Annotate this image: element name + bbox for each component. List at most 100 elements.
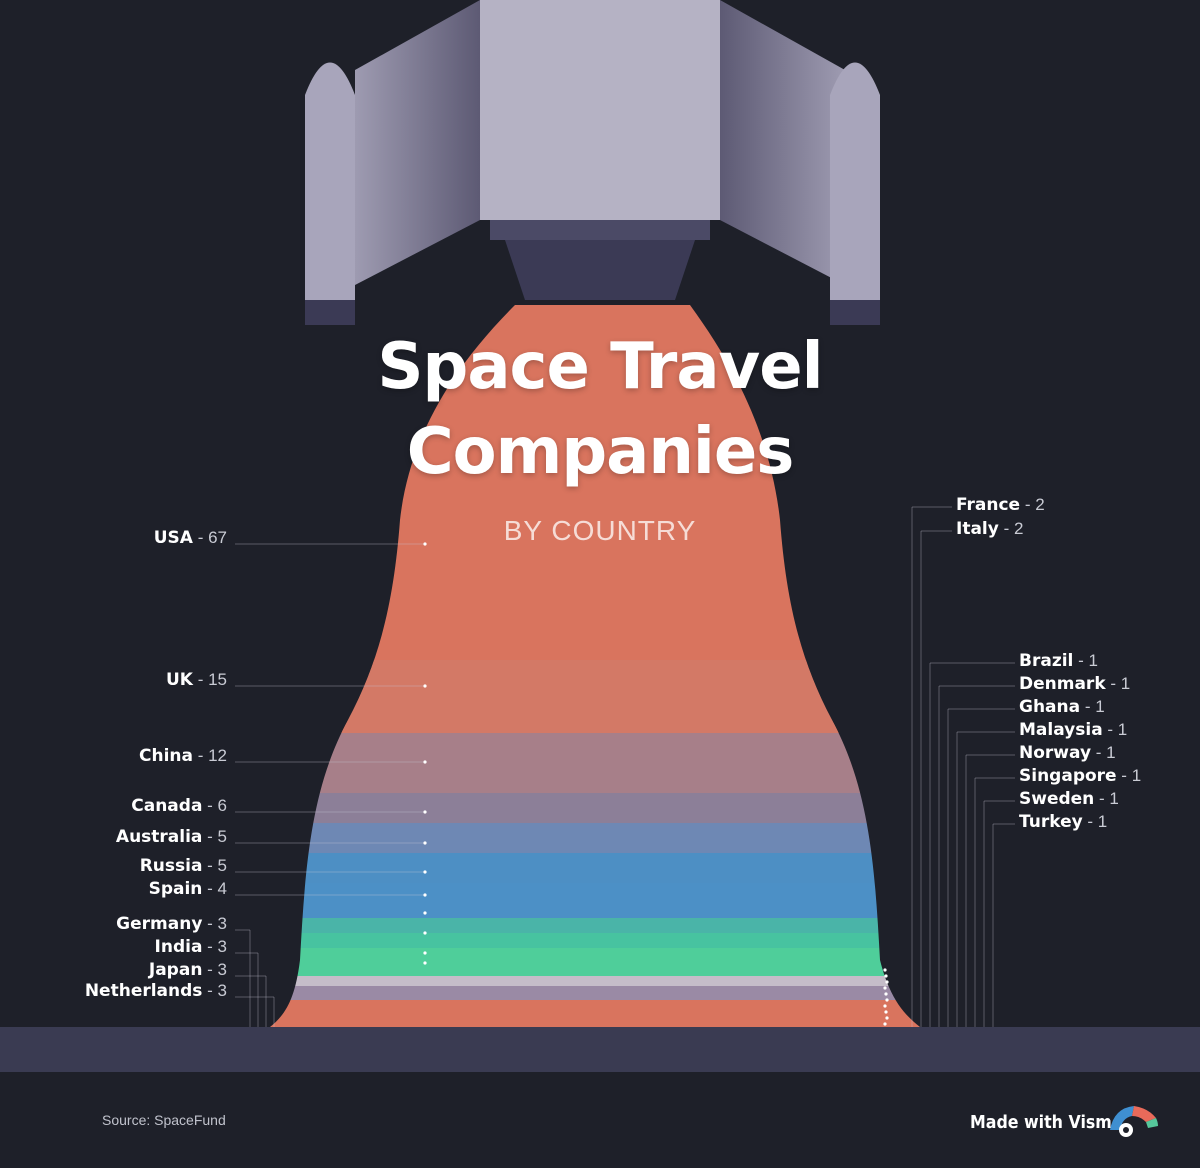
country-name: Japan [148, 960, 203, 980]
country-value: 6 [217, 796, 227, 815]
source-note: Source: SpaceFund [102, 1112, 226, 1128]
country-value: 3 [217, 960, 227, 979]
separator: - [202, 856, 218, 875]
separator: - [192, 670, 209, 689]
leader-dot-malaysia [885, 998, 889, 1002]
country-name: Italy [956, 519, 999, 539]
country-name: Singapore [1019, 766, 1117, 786]
country-value: 4 [217, 879, 227, 898]
country-value: 1 [1095, 697, 1105, 716]
separator: - [1082, 812, 1098, 831]
country-name: Brazil [1019, 651, 1074, 671]
leader-dot-china [423, 760, 427, 764]
separator: - [192, 746, 209, 765]
separator: - [1116, 766, 1132, 785]
band-china [270, 733, 920, 793]
band-japan [270, 948, 920, 976]
label-uk: UK - 15 [166, 670, 227, 690]
label-norway: Norway - 1 [1019, 743, 1116, 763]
label-canada: Canada - 6 [131, 796, 227, 816]
separator: - [202, 827, 218, 846]
infographic: Space Travel Companies BY COUNTRY USA - … [0, 0, 1200, 1168]
rocket-body [480, 0, 720, 220]
rocket-booster-right-base [830, 300, 880, 325]
rocket-fin-left [355, 0, 480, 285]
country-value: 3 [217, 937, 227, 956]
separator: - [202, 937, 218, 956]
leader-dot-italy [884, 974, 888, 978]
country-name: France [956, 495, 1021, 515]
country-name: Turkey [1019, 812, 1083, 832]
country-value: 1 [1131, 766, 1142, 785]
country-value: 1 [1106, 743, 1116, 762]
country-value: 12 [208, 746, 227, 765]
country-value: 1 [1120, 674, 1131, 693]
country-value: 1 [1097, 812, 1108, 831]
leader-dot-russia [423, 870, 427, 874]
leader-dot-netherlands [423, 961, 427, 965]
country-name: Norway [1019, 743, 1092, 763]
country-name: Germany [116, 914, 203, 934]
band-uk [270, 660, 920, 733]
label-brazil: Brazil - 1 [1019, 651, 1098, 671]
separator: - [202, 981, 218, 1000]
separator: - [192, 528, 209, 547]
country-name: China [138, 746, 193, 766]
country-value: 1 [1088, 651, 1098, 670]
chart-title-line-1: Space Travel [377, 330, 823, 404]
label-usa: USA - 67 [154, 528, 227, 548]
band-canada [270, 793, 920, 823]
leader-dot-sweden [885, 1016, 889, 1020]
visme-logo-icon[interactable] [1104, 1100, 1160, 1140]
country-name: Denmark [1019, 674, 1106, 694]
separator: - [202, 796, 218, 815]
separator: - [998, 519, 1014, 538]
country-value: 67 [208, 528, 227, 547]
band-small [270, 1000, 920, 1027]
band-russia [270, 853, 920, 883]
label-netherlands: Netherlands - 3 [85, 981, 227, 1001]
country-name: Sweden [1019, 789, 1095, 809]
separator: - [1105, 674, 1121, 693]
leader-dot-uk [423, 684, 427, 688]
leader-dot-germany [423, 911, 427, 915]
leader-dot-norway [883, 1004, 887, 1008]
separator: - [202, 914, 218, 933]
label-italy: Italy - 2 [956, 519, 1023, 539]
rocket-booster-right [830, 62, 880, 300]
country-name: UK [165, 670, 193, 690]
country-value: 1 [1109, 789, 1119, 808]
label-malaysia: Malaysia - 1 [1019, 720, 1127, 740]
label-china: China - 12 [139, 746, 227, 766]
country-name: Australia [115, 827, 203, 847]
rocket-nozzle [505, 240, 695, 300]
country-value: 5 [217, 827, 227, 846]
country-value: 3 [217, 981, 227, 1000]
band-australia [270, 823, 920, 853]
label-japan: Japan - 3 [149, 960, 227, 980]
leader-dot-singapore [884, 1010, 888, 1014]
band-germany [270, 918, 920, 933]
label-germany: Germany - 3 [116, 914, 227, 934]
leader-dot-india [423, 931, 427, 935]
separator: - [1020, 495, 1036, 514]
rocket-booster-left-base [305, 300, 355, 325]
ground [0, 1027, 1200, 1072]
band-spain [270, 883, 920, 918]
country-name: Malaysia [1019, 720, 1103, 740]
leader-dot-ghana [884, 992, 888, 996]
label-france: France - 2 [956, 495, 1045, 515]
country-value: 2 [1035, 495, 1045, 514]
label-sweden: Sweden - 1 [1019, 789, 1119, 809]
separator: - [1094, 789, 1110, 808]
country-name: Ghana [1019, 697, 1081, 717]
exhaust-plume [270, 305, 920, 1027]
chart-title-line-2: Companies [406, 415, 795, 489]
country-value: 2 [1013, 519, 1024, 538]
country-name: Canada [131, 796, 203, 816]
made-with-visme[interactable]: Made with Visme [970, 1112, 1123, 1133]
label-russia: Russia - 5 [140, 856, 227, 876]
separator: - [1080, 697, 1096, 716]
label-turkey: Turkey - 1 [1019, 812, 1107, 832]
country-name: Russia [139, 856, 203, 876]
